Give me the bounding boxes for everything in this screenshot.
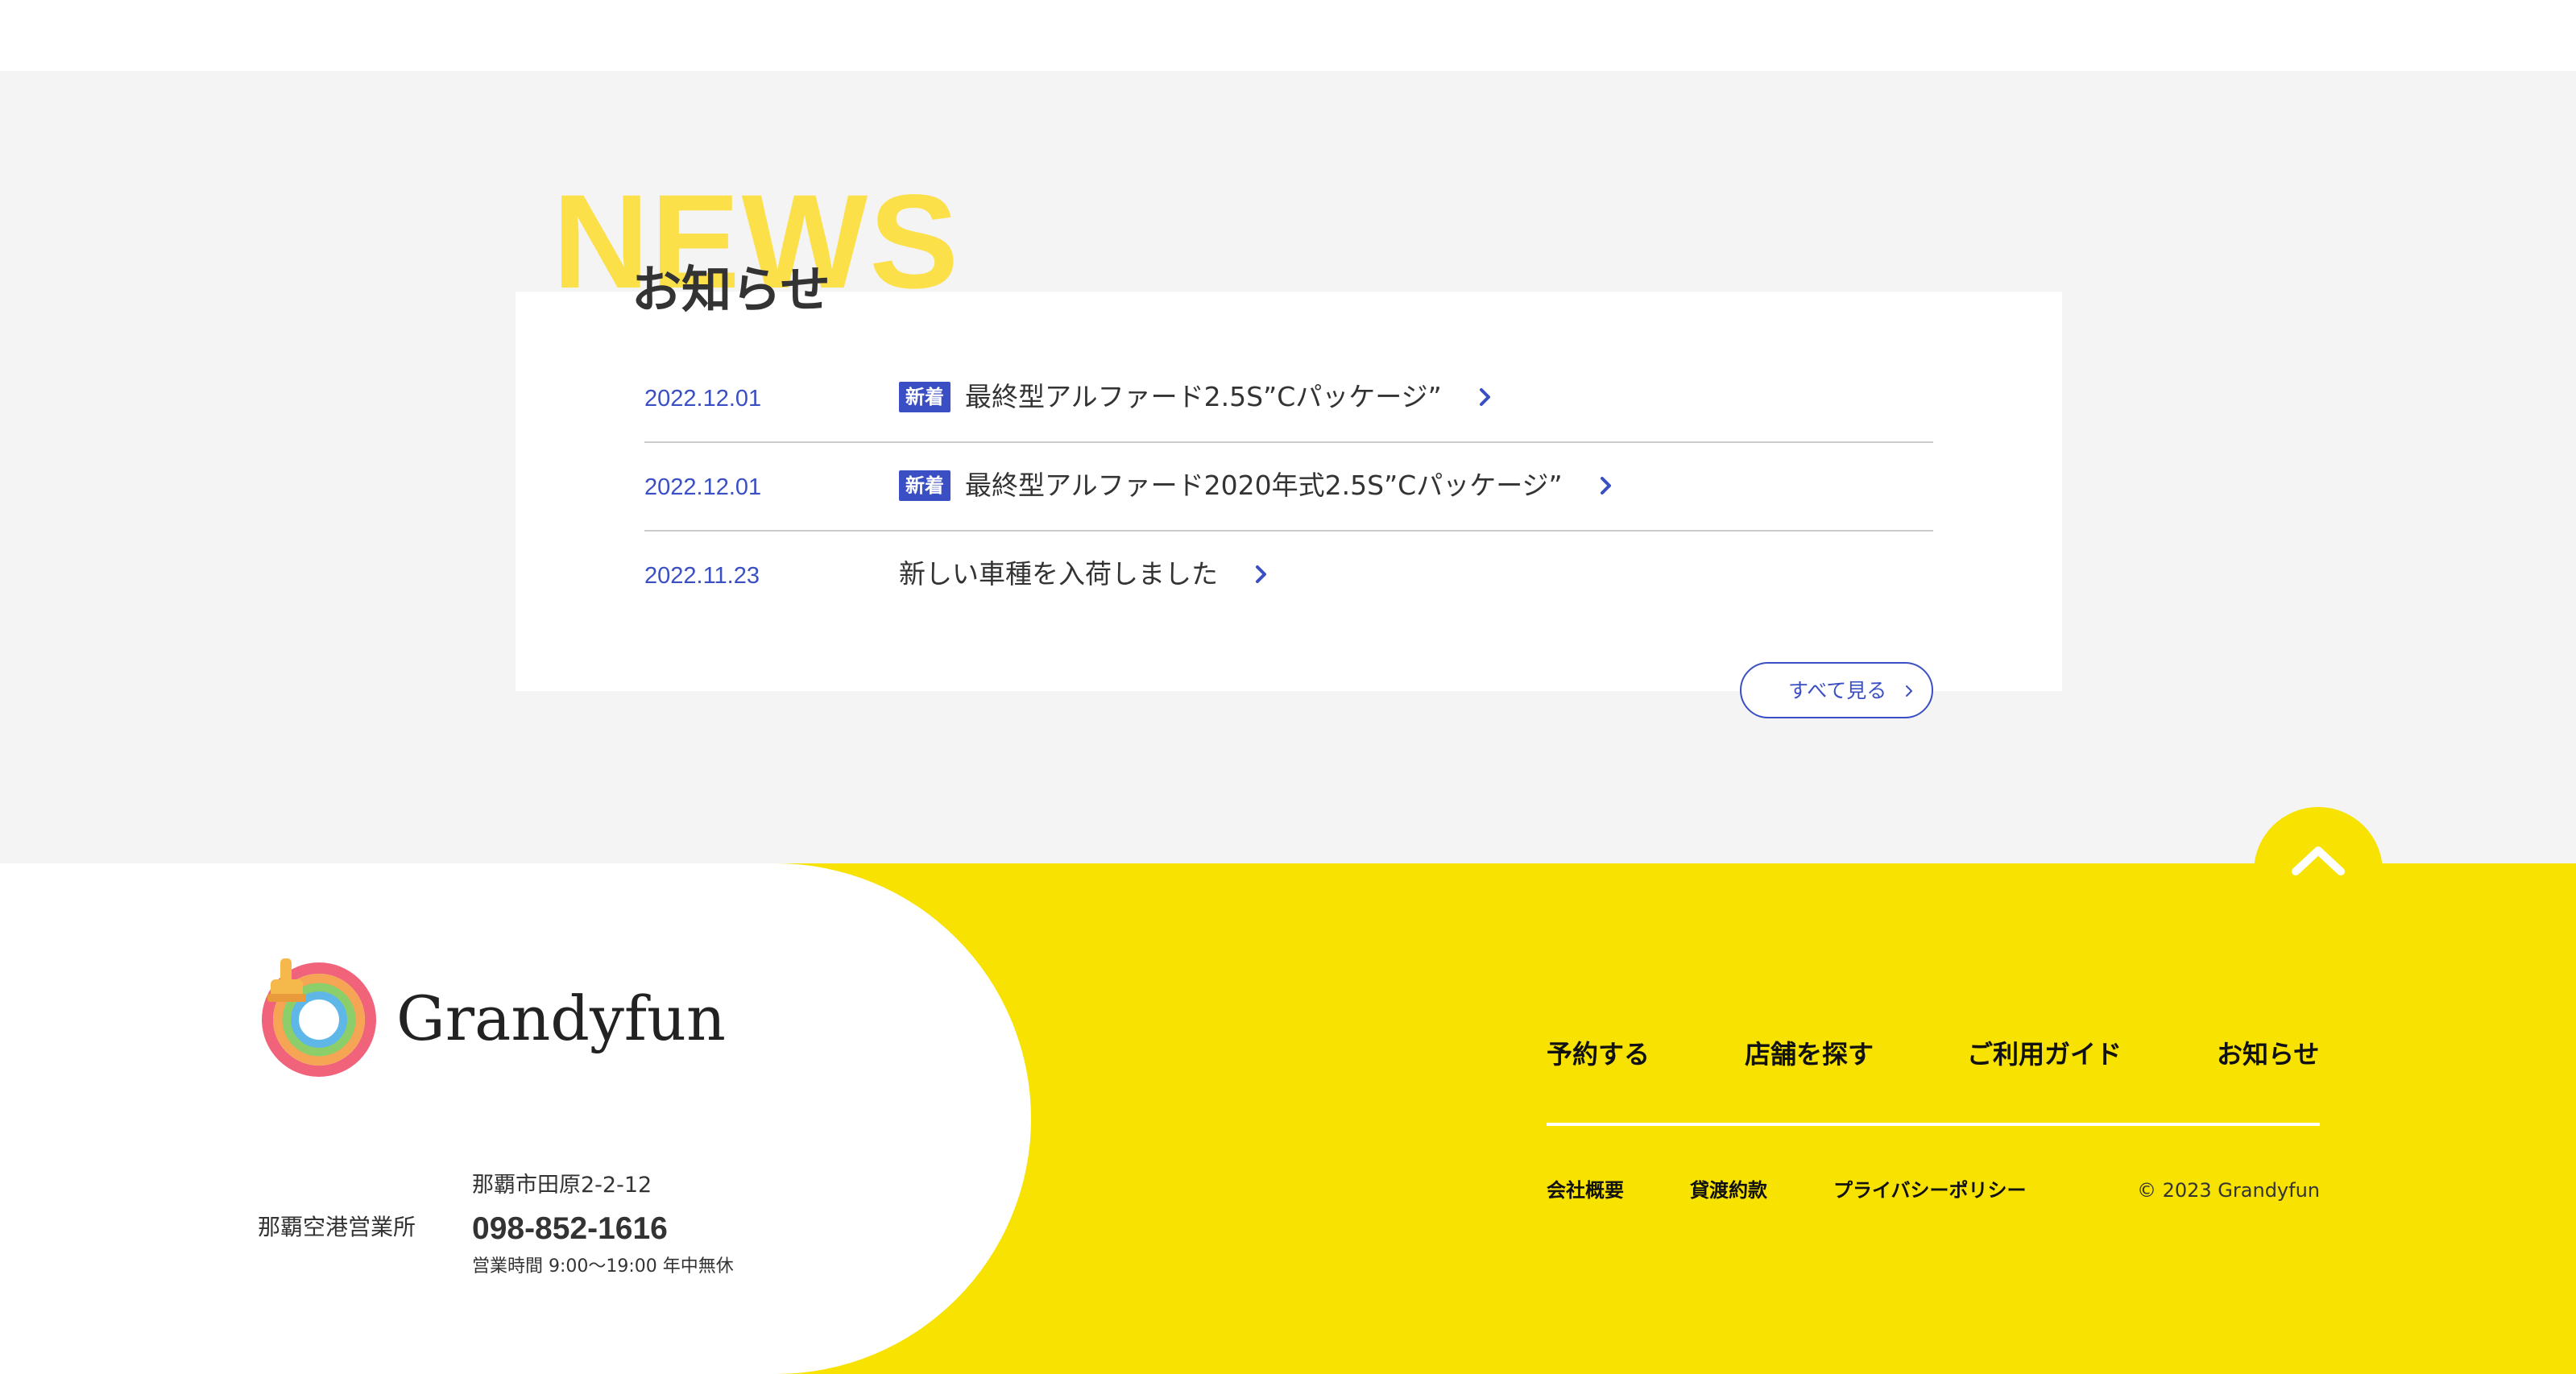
footer-nav-news[interactable]: お知らせ	[2217, 1034, 2319, 1074]
office-address: 那覇市田原2-2-12	[472, 1173, 652, 1198]
office-phone[interactable]: 098-852-1616	[472, 1206, 668, 1252]
chevron-right-icon	[1903, 685, 1915, 697]
office-hours: 営業時間 9:00〜19:00 年中無休	[472, 1256, 734, 1277]
office-name: 那覇空港営業所	[258, 1214, 416, 1240]
news-item-2[interactable]: 2022.12.01 新着 最終型アルファード2020年式2.5S”Cパッケージ…	[644, 443, 1933, 532]
news-heading: お知らせ	[632, 260, 830, 319]
chevron-right-icon[interactable]	[1474, 387, 1495, 408]
rainbow-ring-logo-icon	[256, 958, 377, 1079]
footer-white-panel	[0, 863, 1031, 1374]
new-badge: 新着	[899, 382, 950, 412]
news-item-date: 2022.12.01	[644, 386, 762, 412]
footer-divider	[1547, 1123, 2320, 1126]
footer-link-privacy[interactable]: プライバシーポリシー	[1833, 1177, 2027, 1203]
news-item-date: 2022.12.01	[644, 474, 762, 500]
see-all-label: すべて見る	[1788, 679, 1887, 702]
news-item-title[interactable]: 新しい車種を入荷しました	[899, 556, 1218, 593]
chevron-up-icon	[2292, 846, 2345, 875]
news-item-title[interactable]: 最終型アルファード2020年式2.5S”Cパッケージ”	[965, 467, 1563, 504]
new-badge: 新着	[899, 470, 950, 501]
footer-nav-reserve[interactable]: 予約する	[1547, 1034, 1650, 1074]
news-item-1[interactable]: 2022.12.01 新着 最終型アルファード2.5S”Cパッケージ”	[644, 354, 1933, 443]
footer-nav-find-store[interactable]: 店舗を探す	[1745, 1034, 1874, 1074]
news-item-title[interactable]: 最終型アルファード2.5S”Cパッケージ”	[965, 379, 1442, 416]
footer-link-terms[interactable]: 貸渡約款	[1690, 1177, 1767, 1203]
footer	[0, 863, 2576, 1374]
footer-nav-guide[interactable]: ご利用ガイド	[1967, 1034, 2122, 1074]
news-list: 2022.12.01 新着 最終型アルファード2.5S”Cパッケージ” 2022…	[644, 354, 1933, 620]
chevron-right-icon[interactable]	[1595, 475, 1616, 496]
footer-nav: 予約する 店舗を探す ご利用ガイド お知らせ	[1547, 1034, 2320, 1074]
top-strip	[0, 0, 2576, 71]
footer-link-company[interactable]: 会社概要	[1547, 1177, 1624, 1203]
chevron-right-icon[interactable]	[1250, 564, 1271, 585]
logo-text: Grandyfun	[396, 983, 726, 1054]
copyright: © 2023 Grandyfun	[2136, 1179, 2320, 1202]
see-all-button[interactable]: すべて見る	[1740, 662, 1933, 718]
news-item-3[interactable]: 2022.11.23 新しい車種を入荷しました	[644, 532, 1933, 620]
news-item-date: 2022.11.23	[644, 563, 760, 589]
footer-logo[interactable]: Grandyfun	[256, 958, 726, 1079]
